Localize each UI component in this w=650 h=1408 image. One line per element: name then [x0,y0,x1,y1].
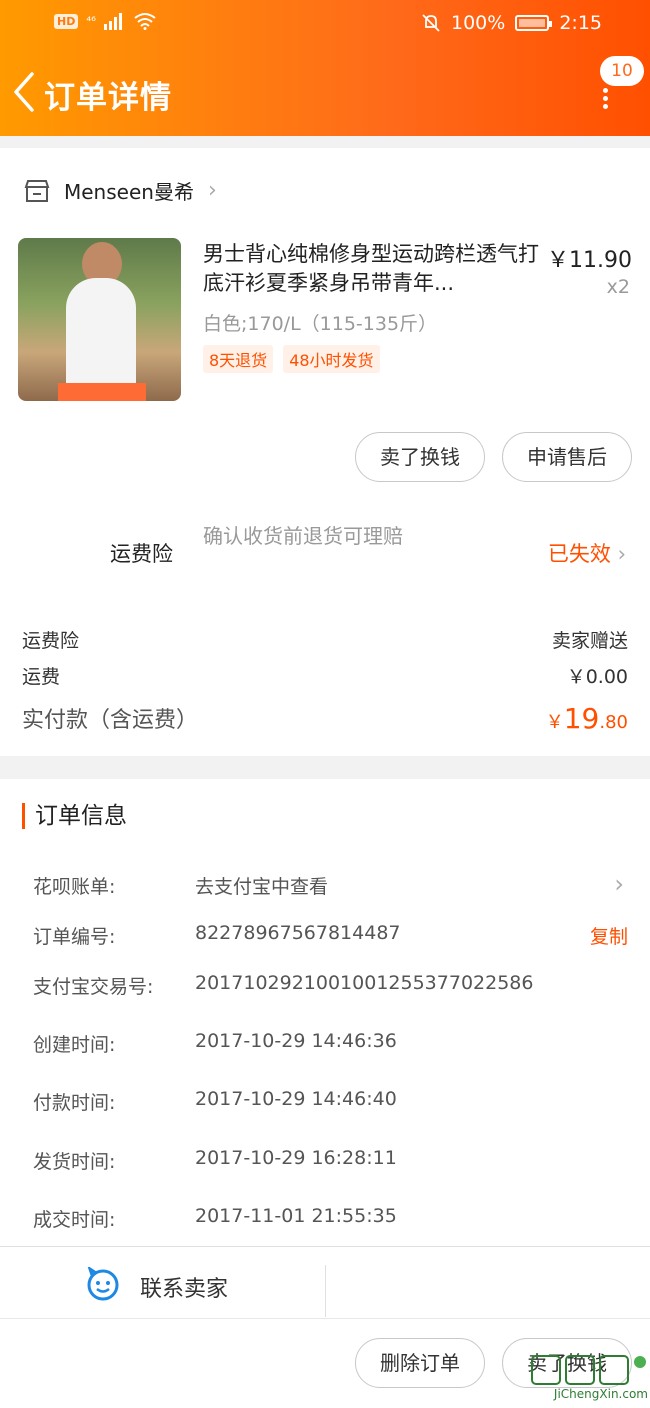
summary-total-row: 实付款（含运费） ￥19.80 [22,702,628,735]
return-tag: 8天退货 [203,345,274,373]
info-value: 2017-11-01 21:55:35 [195,1205,397,1227]
insurance-status-text: 已失效 [547,542,611,566]
after-sale-button[interactable]: 申请售后 [502,432,632,482]
total-amount: ￥19.80 [546,702,628,735]
network-indicator: ⁴⁶ [86,14,96,28]
contact-bar: 联系卖家 [0,1246,650,1318]
chevron-right-icon: › [207,178,217,203]
app-header: HD ⁴⁶ 100% 2:15 订单详情 10 [0,0,650,136]
delete-order-button[interactable]: 删除订单 [355,1338,485,1388]
info-value: 去支付宝中查看 [195,876,329,898]
store-icon [24,179,50,202]
hd-indicator: HD [54,13,79,29]
watermark-icon [531,1355,646,1385]
info-key: 订单编号: [33,926,116,948]
chevron-right-icon: › [614,870,624,898]
info-value: 82278967567814487 [195,922,401,944]
insurance-description: 确认收货前退货可理赔 [203,524,403,548]
info-key: 发货时间: [33,1151,116,1173]
info-key: 支付宝交易号: [33,976,154,998]
page-title: 订单详情 [44,80,172,116]
currency-symbol: ￥ [545,712,564,733]
insurance-label: 运费险 [110,542,173,566]
signal-icon [103,13,122,30]
product-sku: 白色;170/L（115-135斤） [203,313,438,335]
product-name[interactable]: 男士背心纯棉修身型运动跨栏透气打底汗衫夏季紧身吊带青年... [203,240,543,298]
message-count-badge[interactable]: 10 [600,56,644,86]
product-price: ￥11.90 [547,248,632,273]
info-value: 2017-10-29 14:46:36 [195,1030,397,1052]
sell-button[interactable]: 卖了换钱 [355,432,485,482]
mute-bell-icon [422,14,440,32]
chevron-right-icon: › [617,542,626,566]
order-info-card [0,779,650,1246]
info-value: 2017-10-29 14:46:40 [195,1088,397,1110]
summary-value: 卖家赠送 [551,630,628,652]
status-bar: HD ⁴⁶ 100% 2:15 [0,10,650,40]
info-key: 付款时间: [33,1092,116,1114]
battery-icon [515,15,553,31]
summary-label: 运费险 [22,630,80,652]
contact-seller-button[interactable]: 联系卖家 [140,1271,228,1303]
info-key: 创建时间: [33,1034,116,1056]
more-menu-icon[interactable] [603,88,611,109]
shop-name: Menseen曼希 [64,180,194,204]
clock: 2:15 [559,12,602,34]
shop-link[interactable]: Menseen曼希 › [24,176,217,205]
back-arrow-icon[interactable] [10,70,38,114]
summary-shipping-row: 运费 ￥0.00 [22,662,628,689]
shipping-tag: 48小时发货 [283,345,380,373]
copy-button[interactable]: 复制 [590,922,628,949]
info-value: 2017-10-29 16:28:11 [195,1147,397,1169]
summary-label: 运费 [22,666,61,688]
product-quantity: x2 [606,276,630,298]
chat-face-icon[interactable] [86,1267,120,1301]
watermark-text: JiChengXin.com [553,1387,648,1401]
divider [325,1265,326,1317]
total-integer: 19 [563,702,600,735]
total-decimal: .80 [599,712,628,733]
product-image[interactable] [18,238,181,401]
wifi-icon [134,13,156,30]
service-tags: 8天退货 48小时发货 [203,345,380,373]
battery-percent: 100% [451,12,506,34]
summary-value: ￥0.00 [566,666,628,688]
total-label: 实付款（含运费） [22,708,199,733]
summary-insurance-row: 运费险 卖家赠送 [22,626,628,653]
info-key: 成交时间: [33,1209,116,1231]
insurance-status[interactable]: 已失效 › [548,538,626,568]
watermark-logo: JiChengXin.com [530,1352,648,1401]
info-value: 2017102921001001255377022586 [195,972,534,994]
order-info-title: 订单信息 [22,803,127,829]
info-key: 花呗账单: [33,876,116,898]
